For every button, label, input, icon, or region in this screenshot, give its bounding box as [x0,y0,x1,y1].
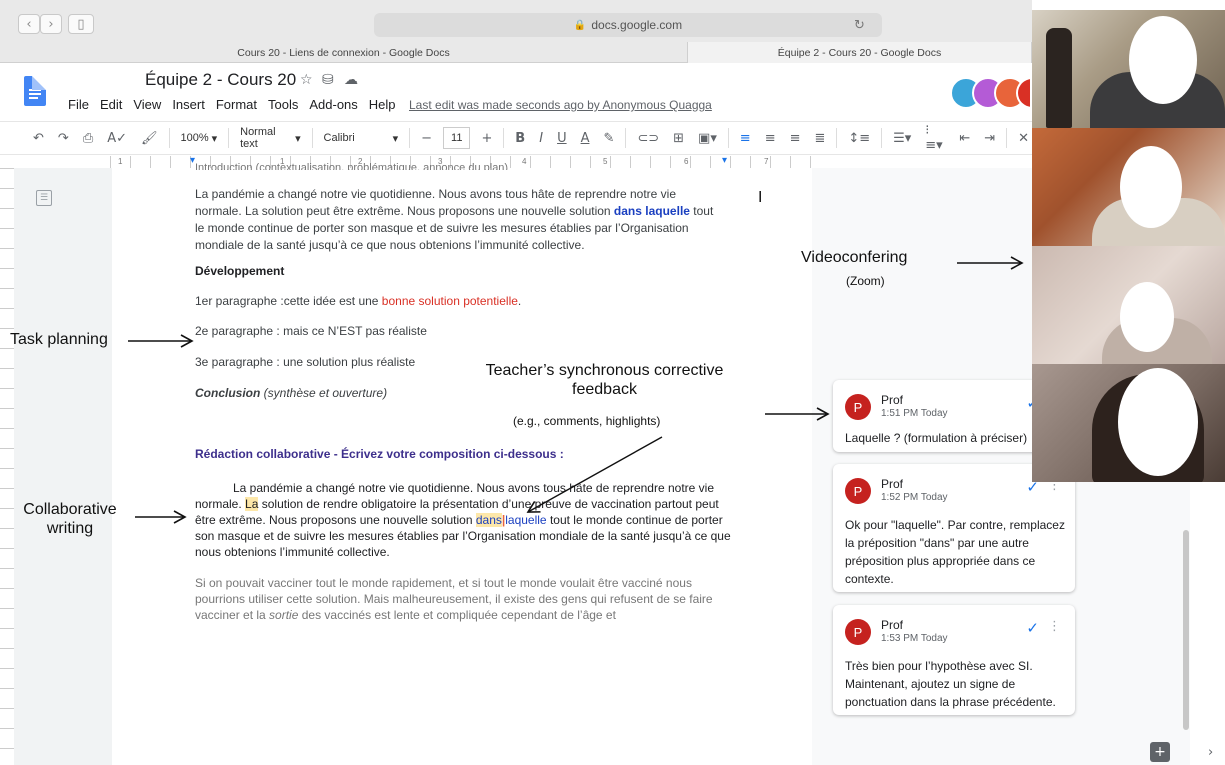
arrow-feedback-highlight [526,436,663,513]
annotation-arrows [128,256,1024,524]
